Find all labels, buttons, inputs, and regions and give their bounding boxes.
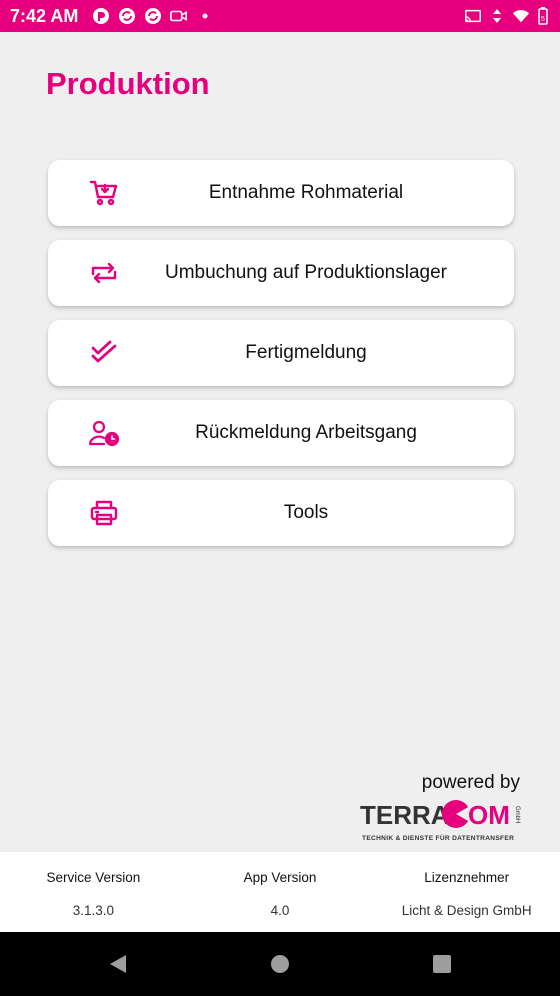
app-version-col: App Version 4.0 (187, 852, 374, 932)
main-menu: Entnahme Rohmaterial Umbuchung auf Produ… (48, 160, 514, 560)
dot-icon (196, 7, 214, 25)
terracom-logo: TERRA OM GmbH TECHNIK & DIENSTE FÜR DATE… (360, 800, 520, 842)
data-arrows-icon (488, 7, 506, 25)
svg-text:TECHNIK & DIENSTE FÜR DATENTRA: TECHNIK & DIENSTE FÜR DATENTRANSFER (362, 833, 514, 842)
app-icon (92, 7, 110, 25)
cast-icon (464, 7, 482, 25)
licensee-col: Lizenznehmer Licht & Design GmbH (373, 852, 560, 932)
status-icons-left (92, 7, 214, 25)
printer-icon (88, 497, 120, 529)
battery-icon: 5 (536, 7, 550, 25)
home-icon[interactable] (268, 952, 292, 976)
service-version-label: Service Version (46, 870, 141, 885)
app-version-label: App Version (243, 870, 317, 885)
transfer-icon (88, 257, 120, 289)
version-footer: Service Version 3.1.3.0 App Version 4.0 … (0, 852, 560, 932)
svg-text:TERRA: TERRA (360, 800, 450, 830)
licensee-value: Licht & Design GmbH (401, 903, 532, 918)
recents-icon[interactable] (430, 952, 454, 976)
svg-text:GmbH: GmbH (514, 806, 520, 823)
back-icon[interactable] (106, 952, 130, 976)
double-check-icon (88, 337, 120, 369)
powered-by-text: powered by (421, 772, 520, 793)
service-version-value: 3.1.3.0 (72, 903, 114, 918)
status-bar: 7:42 AM 5 (0, 0, 560, 32)
sync-icon (144, 7, 162, 25)
page-title: Produktion (46, 66, 210, 101)
menu-item-tools[interactable]: Tools (48, 480, 514, 546)
user-clock-icon (88, 417, 120, 449)
status-icons-right: 5 (464, 7, 550, 25)
cart-add-icon (88, 177, 120, 209)
licensee-label: Lizenznehmer (424, 870, 510, 885)
menu-item-umbuchung[interactable]: Umbuchung auf Produktionslager (48, 240, 514, 306)
app-version-value: 4.0 (270, 903, 290, 918)
menu-item-fertigmeldung[interactable]: Fertigmeldung (48, 320, 514, 386)
svg-text:OM: OM (468, 800, 510, 830)
video-icon (170, 7, 188, 25)
wifi-icon (512, 7, 530, 25)
menu-item-entnahme-rohmaterial[interactable]: Entnahme Rohmaterial (48, 160, 514, 226)
sync-icon (118, 7, 136, 25)
svg-text:5: 5 (541, 16, 545, 23)
service-version-col: Service Version 3.1.3.0 (0, 852, 187, 932)
status-time: 7:42 AM (10, 5, 79, 26)
system-nav-bar (0, 932, 560, 996)
menu-item-rueckmeldung[interactable]: Rückmeldung Arbeitsgang (48, 400, 514, 466)
